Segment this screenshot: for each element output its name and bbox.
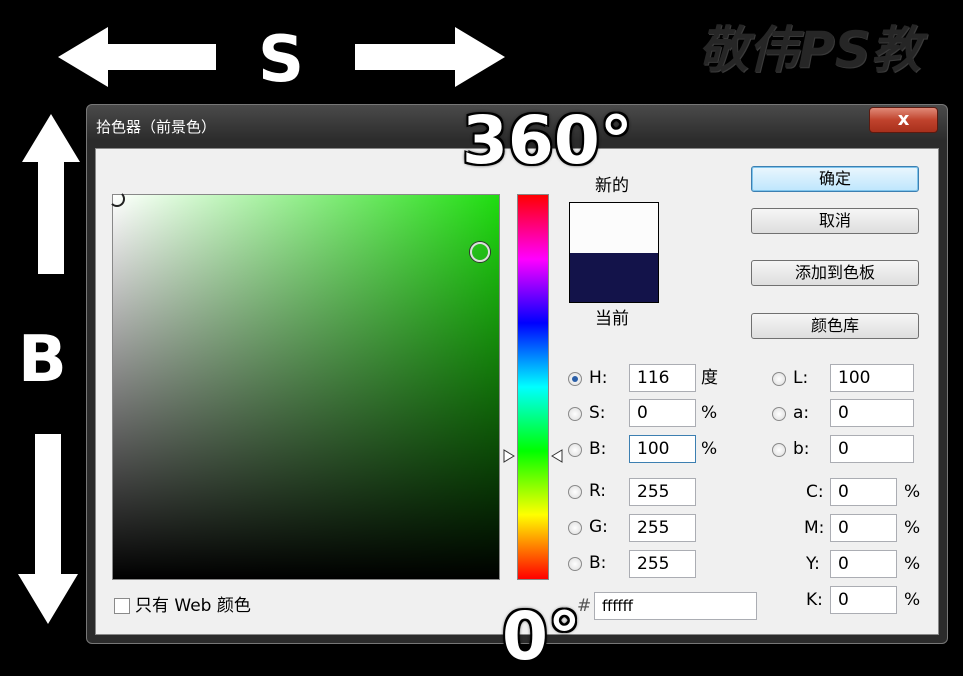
hue-min-label: 0°: [502, 598, 581, 675]
red-radio[interactable]: [568, 485, 582, 499]
add-to-swatches-button[interactable]: 添加到色板: [751, 260, 919, 286]
hue-input[interactable]: 116: [629, 364, 696, 392]
hue-unit: 度: [701, 368, 718, 388]
hue-slider-left-handle-icon[interactable]: [503, 449, 515, 463]
lab-b-input[interactable]: 0: [830, 435, 914, 463]
close-button[interactable]: x: [869, 107, 938, 133]
yellow-unit: %: [904, 554, 921, 574]
blue-input[interactable]: 255: [629, 550, 696, 578]
red-input[interactable]: 255: [629, 478, 696, 506]
blue-radio[interactable]: [568, 557, 582, 571]
dialog-title: 拾色器（前景色）: [96, 118, 217, 136]
left-arrow-icon: [58, 27, 216, 87]
hex-input[interactable]: ffffff: [594, 592, 757, 620]
green-label: G:: [589, 517, 608, 537]
lab-a-label: a:: [793, 403, 810, 423]
up-arrow-icon: [22, 114, 80, 274]
magenta-label: M:: [804, 518, 825, 538]
cyan-label: C:: [806, 482, 824, 502]
hue-label: H:: [589, 368, 608, 388]
lab-b-radio[interactable]: [772, 443, 786, 457]
lightness-radio[interactable]: [772, 372, 786, 386]
yellow-label: Y:: [806, 554, 820, 574]
web-only-checkbox[interactable]: [114, 598, 130, 614]
lightness-label: L:: [793, 368, 809, 388]
hue-slider-right-handle-icon[interactable]: [551, 449, 563, 463]
red-label: R:: [589, 481, 607, 501]
saturation-axis-label: S: [258, 23, 305, 97]
hue-max-label: 360°: [462, 102, 633, 179]
magenta-unit: %: [904, 518, 921, 538]
blue-label: B:: [589, 553, 607, 573]
lab-b-label: b:: [793, 439, 810, 459]
lightness-input[interactable]: 100: [830, 364, 914, 392]
saturation-input[interactable]: 0: [629, 399, 696, 427]
new-color-swatch: [569, 202, 659, 253]
brightness-input[interactable]: 100: [629, 435, 696, 463]
saturation-label: S:: [589, 403, 606, 423]
right-arrow-icon: [355, 27, 505, 87]
watermark: 敬伟PS教: [698, 21, 921, 79]
green-radio[interactable]: [568, 521, 582, 535]
saturation-brightness-field[interactable]: [112, 194, 500, 580]
hex-label: #: [577, 596, 592, 616]
color-libraries-button[interactable]: 颜色库: [751, 313, 919, 339]
magenta-input[interactable]: 0: [830, 514, 897, 542]
cyan-unit: %: [904, 482, 921, 502]
green-input[interactable]: 255: [629, 514, 696, 542]
field-picker-ring-icon: [470, 242, 490, 262]
cyan-input[interactable]: 0: [830, 478, 897, 506]
saturation-unit: %: [701, 403, 718, 423]
field-corner-marker-icon: [109, 191, 125, 207]
current-color-label: 当前: [595, 309, 629, 329]
black-unit: %: [904, 590, 921, 610]
web-only-label: 只有 Web 颜色: [135, 596, 251, 616]
black-label: K:: [806, 590, 823, 610]
saturation-radio[interactable]: [568, 407, 582, 421]
ok-button[interactable]: 确定: [751, 166, 919, 192]
hue-radio[interactable]: [568, 372, 582, 386]
cancel-button[interactable]: 取消: [751, 208, 919, 234]
lab-a-radio[interactable]: [772, 407, 786, 421]
black-input[interactable]: 0: [830, 586, 897, 614]
yellow-input[interactable]: 0: [830, 550, 897, 578]
brightness-label: B:: [589, 439, 607, 459]
brightness-radio[interactable]: [568, 443, 582, 457]
current-color-swatch[interactable]: [569, 253, 659, 303]
hue-slider[interactable]: [517, 194, 549, 580]
lab-a-input[interactable]: 0: [830, 399, 914, 427]
brightness-unit: %: [701, 439, 718, 459]
new-color-label: 新的: [595, 176, 629, 196]
brightness-axis-label: B: [18, 323, 67, 397]
down-arrow-icon: [18, 434, 78, 624]
